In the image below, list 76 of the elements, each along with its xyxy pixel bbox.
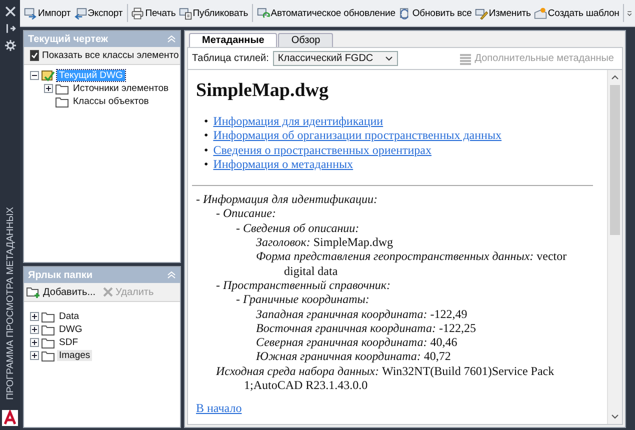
expand-toggle[interactable]: [44, 84, 53, 93]
section-link[interactable]: Информация о метаданных: [213, 156, 354, 172]
panel-title: Ярлык папки: [28, 270, 93, 280]
metadata-entry: Северная граничная координата: 40,46: [256, 335, 458, 350]
metadata-entry: Исходная среда набора данных: Win32NT(Build 7601)Service Pack 1;AutoCAD R23.1.43.0.0: [216, 364, 556, 392]
folder-item[interactable]: Data: [57, 311, 82, 322]
close-icon[interactable]: [4, 6, 16, 17]
app-logo-icon: [2, 410, 18, 426]
toolbar-button[interactable]: Публиковать: [178, 4, 250, 22]
metadata-entry: Восточная граничная координата: -122,25: [256, 320, 477, 336]
settings-icon[interactable]: [4, 40, 16, 51]
delete-icon: [102, 286, 114, 298]
panel-title: Текущий чертеж: [28, 34, 108, 44]
folder-icon: [55, 96, 69, 108]
metadata-entry: Южная граничная координата: 40,72: [256, 349, 452, 364]
document-title: SimpleMap.dwg: [196, 80, 330, 102]
section-heading: - Граничные координаты:: [236, 292, 370, 307]
checkbox[interactable]: [30, 50, 39, 61]
publish-icon: [178, 6, 192, 20]
scroll-up-icon[interactable]: [611, 75, 619, 80]
toolbar-button[interactable]: Обновить все: [397, 4, 473, 22]
add-folder-icon: [26, 286, 41, 298]
section-link[interactable]: Сведения о пространственных ориентирах: [213, 142, 432, 157]
toolbar-button[interactable]: Печать: [130, 4, 177, 22]
metadata-entry: Западная граничная координата: -122,49: [256, 306, 468, 321]
back-to-top-link[interactable]: В начало: [196, 401, 242, 416]
section-heading: - Описание:: [216, 206, 277, 221]
tree-item[interactable]: Классы объектов: [71, 96, 151, 107]
import-icon: [24, 6, 37, 20]
section-heading: - Информация для идентификации:: [196, 192, 378, 206]
section-heading: - Пространственный справочник:: [216, 278, 392, 292]
folder-icon: [41, 310, 55, 322]
stylesheet-label: Таблица стилей:: [192, 53, 269, 64]
tab[interactable]: Обзор: [278, 33, 334, 47]
collapse-toggle[interactable]: [30, 71, 39, 80]
folder-icon: [41, 336, 55, 348]
folder-item[interactable]: SDF: [57, 337, 80, 348]
edit-icon: [474, 6, 488, 20]
dropdown-caret-icon: [385, 56, 394, 61]
palette-title: ПРОГРАММА ПРОСМОТРА МЕТАДАННЫХ: [4, 207, 16, 400]
print-icon: [131, 6, 144, 20]
toolbar-button[interactable]: Изменить: [474, 4, 532, 22]
tree-item[interactable]: Источники элементов: [71, 83, 171, 94]
auto-update-icon: [256, 6, 270, 20]
folder-item[interactable]: Images: [57, 350, 92, 361]
toolbar-button[interactable]: Создать шаблон: [532, 4, 620, 22]
folder-icon: [41, 324, 55, 336]
toolbar-button[interactable]: Автоматическое обновление: [256, 4, 396, 22]
bullet: •: [204, 128, 208, 143]
scroll-down-icon[interactable]: [611, 414, 619, 419]
tab[interactable]: Метаданные: [189, 33, 278, 47]
export-icon: [74, 6, 87, 20]
expand-toggle[interactable]: [30, 338, 39, 347]
drawing-icon: [41, 70, 55, 82]
toolbar-button[interactable]: Экспорт: [72, 4, 124, 22]
folder-icon: [41, 350, 55, 362]
section-link[interactable]: Информация для идентификации: [213, 114, 384, 128]
stack-icon: [458, 52, 472, 64]
auto-hide-icon[interactable]: [4, 23, 16, 34]
template-icon: [534, 6, 547, 20]
metadata-entry: Заголовок: SimpleMap.dwg: [256, 235, 394, 250]
refresh-icon: [398, 6, 412, 20]
folder-item[interactable]: DWG: [57, 324, 84, 335]
section-heading: - Сведения об описании:: [236, 220, 360, 236]
toolbar-button[interactable]: Импорт: [23, 4, 72, 22]
expand-toggle[interactable]: [30, 312, 39, 321]
expand-toggle[interactable]: [30, 325, 39, 334]
section-link[interactable]: Информация об организации пространственных данных: [213, 128, 502, 143]
scrollbar[interactable]: [607, 70, 622, 424]
bullet: •: [204, 156, 208, 172]
metadata-entry: Форма представления геопространственных данных: vector digital data: [256, 249, 568, 278]
bullet: •: [204, 114, 208, 128]
add-button[interactable]: Добавить...: [26, 286, 96, 298]
expand-toggle[interactable]: [30, 351, 39, 360]
stylesheet-dropdown[interactable]: Классический FGDC: [272, 51, 398, 66]
bullet: •: [204, 142, 208, 157]
